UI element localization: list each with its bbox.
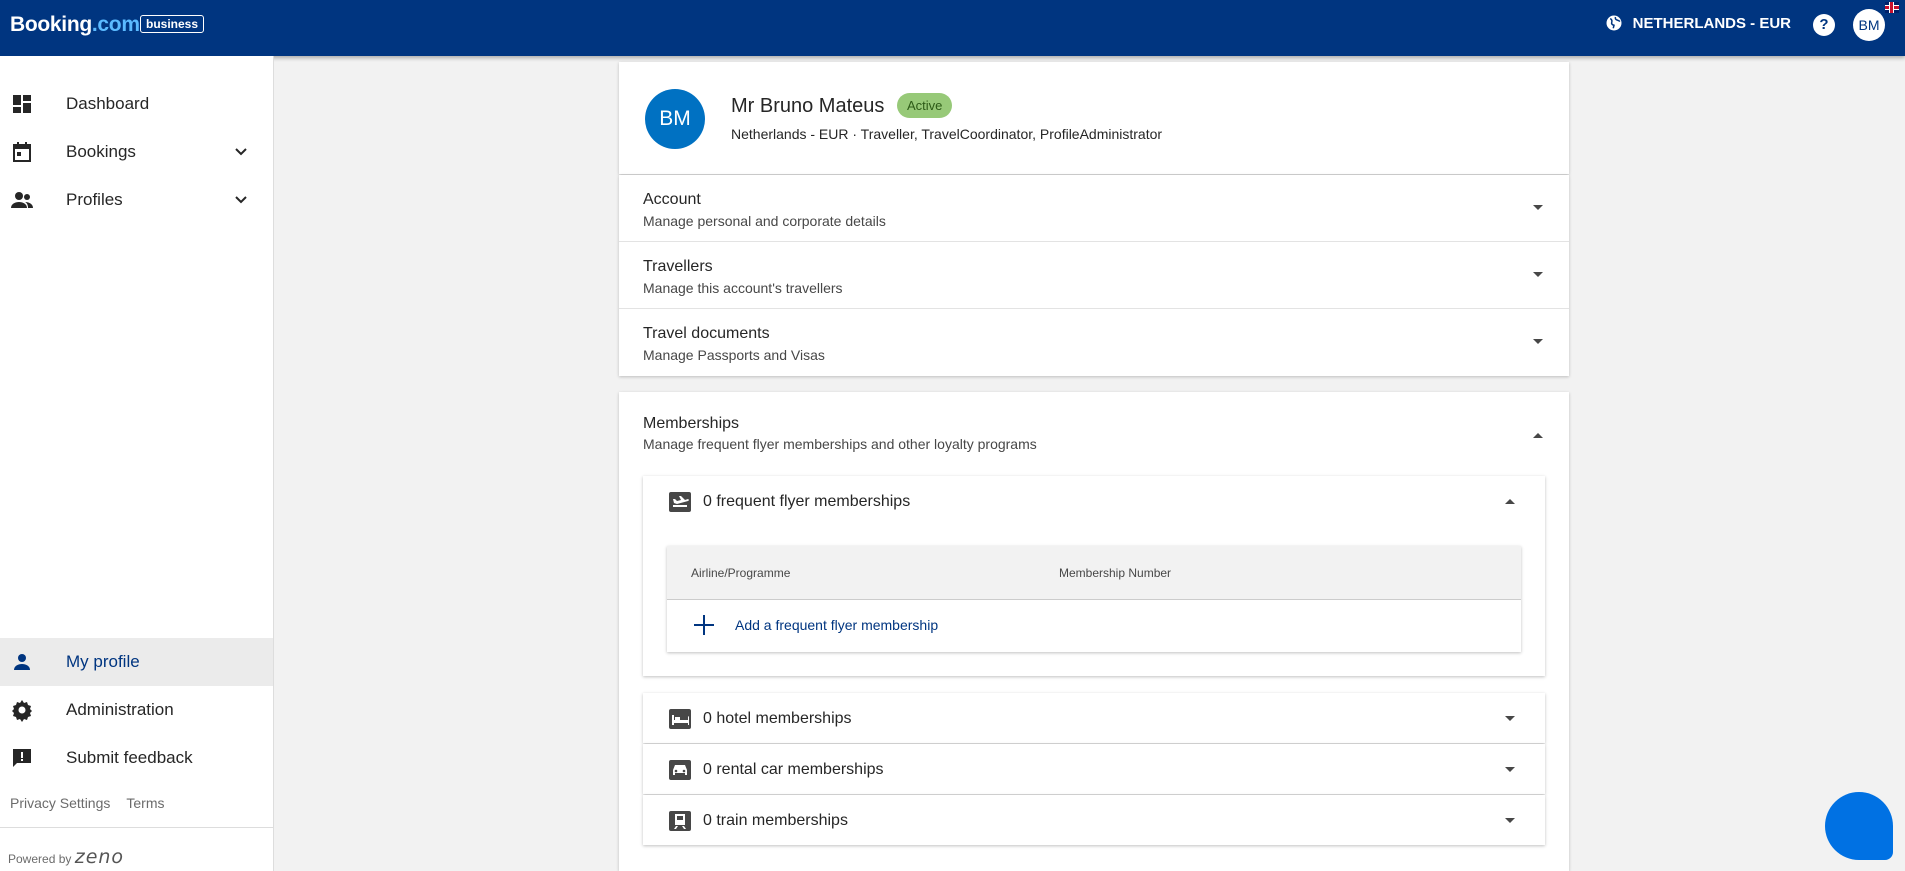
panel-travellers[interactable]: Travellers Manage this account's travell…: [619, 242, 1569, 309]
memberships-title: Memberships: [643, 415, 740, 432]
frequent-flyer-header[interactable]: 0 frequent flyer memberships: [643, 476, 1545, 526]
frequent-flyer-table: Airline/Programme Membership Number Add …: [667, 546, 1521, 652]
zeno-logo: zeno: [74, 846, 125, 868]
panel-description: Manage personal and corporate details: [643, 213, 886, 229]
sidebar-item-profiles[interactable]: Profiles: [0, 176, 273, 224]
logo-business-badge: business: [140, 15, 205, 33]
train-icon: [669, 811, 691, 831]
profile-sections: Account Manage personal and corporate de…: [619, 175, 1569, 376]
panel-travel-documents[interactable]: Travel documents Manage Passports and Vi…: [619, 309, 1569, 375]
powered-by-label: Powered by: [8, 852, 72, 866]
profile-name: Mr Bruno Mateus: [731, 95, 885, 117]
feedback-icon: [13, 749, 31, 767]
column-header-airline: Airline/Programme: [691, 566, 791, 580]
car-icon: [669, 760, 691, 780]
airplane-icon: [669, 492, 691, 512]
panel-description: Manage this account's travellers: [643, 280, 843, 296]
memberships-header[interactable]: Memberships Manage frequent flyer member…: [619, 392, 1569, 462]
sidebar-item-dashboard[interactable]: Dashboard: [0, 80, 273, 128]
rental-car-memberships-title: 0 rental car memberships: [703, 761, 884, 778]
chevron-down-icon: [235, 196, 247, 204]
panel-title: Account: [643, 191, 701, 208]
sidebar-item-label: My profile: [66, 652, 140, 671]
globe-icon: [1606, 15, 1622, 31]
chevron-down-icon: [235, 148, 247, 156]
panel-description: Manage Passports and Visas: [643, 347, 825, 363]
panel-title: Travellers: [643, 258, 713, 275]
panel-title: Travel documents: [643, 325, 770, 342]
person-icon: [14, 654, 30, 670]
logo-dot: .com: [91, 13, 140, 36]
user-avatar-button[interactable]: BM: [1853, 9, 1885, 41]
calendar-icon: [13, 142, 31, 162]
train-memberships-section[interactable]: 0 train memberships: [643, 795, 1545, 845]
add-frequent-flyer-button[interactable]: Add a frequent flyer membership: [667, 600, 1521, 652]
footer-links: Privacy Settings Terms: [10, 795, 165, 811]
region-selector[interactable]: NETHERLANDS - EUR: [1605, 14, 1791, 32]
profile-subtitle: Netherlands - EUR · Traveller, TravelCoo…: [731, 126, 1163, 142]
top-bar: Booking.com business NETHERLANDS - EUR ?…: [0, 0, 1905, 56]
profile-header-card: BM Mr Bruno Mateus Active Netherlands - …: [619, 62, 1569, 174]
privacy-settings-link[interactable]: Privacy Settings: [10, 795, 110, 811]
frequent-flyer-section: 0 frequent flyer memberships Airline/Pro…: [643, 476, 1545, 676]
caret-down-icon: [1505, 767, 1515, 772]
sidebar: Dashboard Bookings Profiles My profile A…: [0, 56, 274, 871]
sidebar-item-label: Submit feedback: [66, 748, 193, 767]
sidebar-item-my-profile[interactable]: My profile: [0, 638, 273, 686]
hotel-memberships-section[interactable]: 0 hotel memberships: [643, 693, 1545, 743]
sidebar-item-label: Dashboard: [66, 94, 150, 113]
sidebar-item-submit-feedback[interactable]: Submit feedback: [0, 734, 273, 782]
rental-car-memberships-section[interactable]: 0 rental car memberships: [643, 744, 1545, 794]
train-memberships-title: 0 train memberships: [703, 812, 848, 829]
panel-account[interactable]: Account Manage personal and corporate de…: [619, 175, 1569, 242]
sidebar-item-label: Administration: [66, 700, 174, 719]
sidebar-divider: [0, 827, 273, 828]
column-header-membership-number: Membership Number: [1059, 566, 1172, 580]
sidebar-item-administration[interactable]: Administration: [0, 686, 273, 734]
memberships-panel: Memberships Manage frequent flyer member…: [619, 392, 1569, 871]
add-frequent-flyer-label: Add a frequent flyer membership: [735, 617, 939, 633]
table-header: Airline/Programme Membership Number: [667, 546, 1521, 600]
help-icon[interactable]: ?: [1813, 14, 1835, 36]
caret-down-icon: [1505, 818, 1515, 823]
booking-logo[interactable]: Booking.com: [10, 13, 140, 37]
caret-down-icon: [1533, 339, 1543, 344]
terms-link[interactable]: Terms: [126, 795, 164, 811]
memberships-description: Manage frequent flyer memberships and ot…: [643, 436, 1037, 452]
caret-up-icon: [1505, 499, 1515, 504]
caret-down-icon: [1533, 272, 1543, 277]
frequent-flyer-title: 0 frequent flyer memberships: [703, 493, 911, 510]
powered-by: Powered by zeno: [8, 846, 124, 868]
region-label: NETHERLANDS - EUR: [1632, 14, 1791, 32]
uk-flag-icon[interactable]: [1885, 2, 1899, 13]
gear-icon: [12, 700, 32, 722]
caret-down-icon: [1533, 205, 1543, 210]
dashboard-icon: [13, 95, 31, 113]
sidebar-item-label: Bookings: [66, 142, 136, 161]
chat-button[interactable]: [1825, 792, 1893, 860]
plus-icon: [694, 615, 714, 635]
sidebar-item-bookings[interactable]: Bookings: [0, 128, 273, 176]
status-badge: Active: [897, 93, 953, 118]
people-icon: [11, 192, 33, 208]
sidebar-item-label: Profiles: [66, 190, 123, 209]
caret-down-icon: [1505, 716, 1515, 721]
caret-up-icon: [1533, 433, 1543, 438]
logo-main: Booking: [10, 13, 92, 36]
hotel-memberships-title: 0 hotel memberships: [703, 710, 852, 727]
profile-avatar: BM: [645, 89, 705, 149]
bed-icon: [669, 709, 691, 729]
